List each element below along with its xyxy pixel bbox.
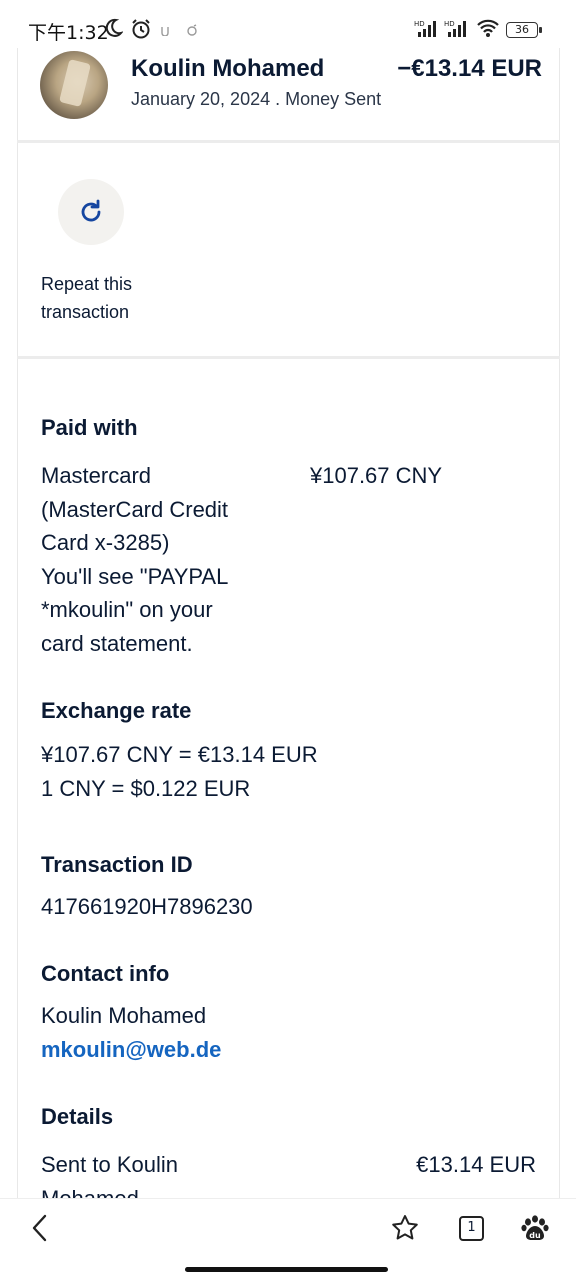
transaction-amount: −€13.14 EUR <box>397 55 542 82</box>
avatar <box>40 51 108 119</box>
paid-with-heading: Paid with <box>41 415 138 440</box>
divider <box>17 140 560 143</box>
payment-method-line: card statement. <box>41 630 193 656</box>
payment-method-line: (MasterCard Credit <box>41 496 229 522</box>
signal-icon: HD <box>444 20 466 37</box>
recipient-name: Koulin Mohamed <box>131 55 325 82</box>
battery-icon: 36 <box>506 22 542 38</box>
repeat-icon <box>81 199 101 222</box>
repeat-transaction-button[interactable] <box>58 179 124 245</box>
svg-text:du: du <box>529 1231 541 1240</box>
details-heading: Details <box>41 1104 114 1129</box>
signal-icon: HD <box>414 20 436 37</box>
home-indicator <box>185 1267 388 1272</box>
notification-icon <box>187 24 197 36</box>
svg-text:HD: HD <box>414 20 425 28</box>
browser-bottom-bar: 1 du <box>0 1198 576 1280</box>
status-bar: 下午1:32 HD HD 36 <box>0 0 576 48</box>
tabs-icon[interactable]: 1 <box>459 1216 484 1241</box>
payment-method-line: Card x-3285) <box>41 530 170 555</box>
back-icon[interactable] <box>28 1213 52 1243</box>
exchange-rate-line: 1 CNY = $0.122 EUR <box>41 776 251 801</box>
transaction-id-heading: Transaction ID <box>41 852 193 877</box>
contact-email-link[interactable]: mkoulin@web.de <box>41 1033 221 1067</box>
exchange-rate-line: ¥107.67 CNY = €13.14 EUR <box>41 742 318 767</box>
contact-name: Koulin Mohamed <box>41 1003 207 1028</box>
contact-info-heading: Contact info <box>41 961 170 986</box>
notification-icon <box>161 27 169 36</box>
paw-icon[interactable]: du <box>520 1213 550 1243</box>
svg-text:HD: HD <box>444 20 455 28</box>
sent-to-line: Sent to Koulin <box>41 1152 178 1177</box>
alarm-icon <box>132 19 150 39</box>
exchange-rate-heading: Exchange rate <box>41 698 192 723</box>
status-time: 下午1:32 <box>28 22 109 44</box>
payment-method: Mastercard (MasterCard Credit Card x-328… <box>41 459 281 660</box>
payment-method-line: *mkoulin" on your <box>41 597 213 622</box>
payment-method-line: Mastercard <box>41 463 152 488</box>
paid-amount: ¥107.67 CNY <box>310 463 443 488</box>
star-icon[interactable] <box>390 1213 420 1243</box>
moon-icon <box>105 18 123 37</box>
transaction-id: 417661920H7896230 <box>41 894 253 919</box>
divider <box>17 356 560 359</box>
details-amount: €13.14 EUR <box>416 1152 536 1177</box>
payment-method-line: You'll see "PAYPAL <box>41 563 229 589</box>
repeat-transaction-label[interactable]: Repeat this transaction <box>41 270 181 326</box>
wifi-icon <box>477 19 499 37</box>
transaction-date-type: January 20, 2024 . Money Sent <box>131 89 382 109</box>
